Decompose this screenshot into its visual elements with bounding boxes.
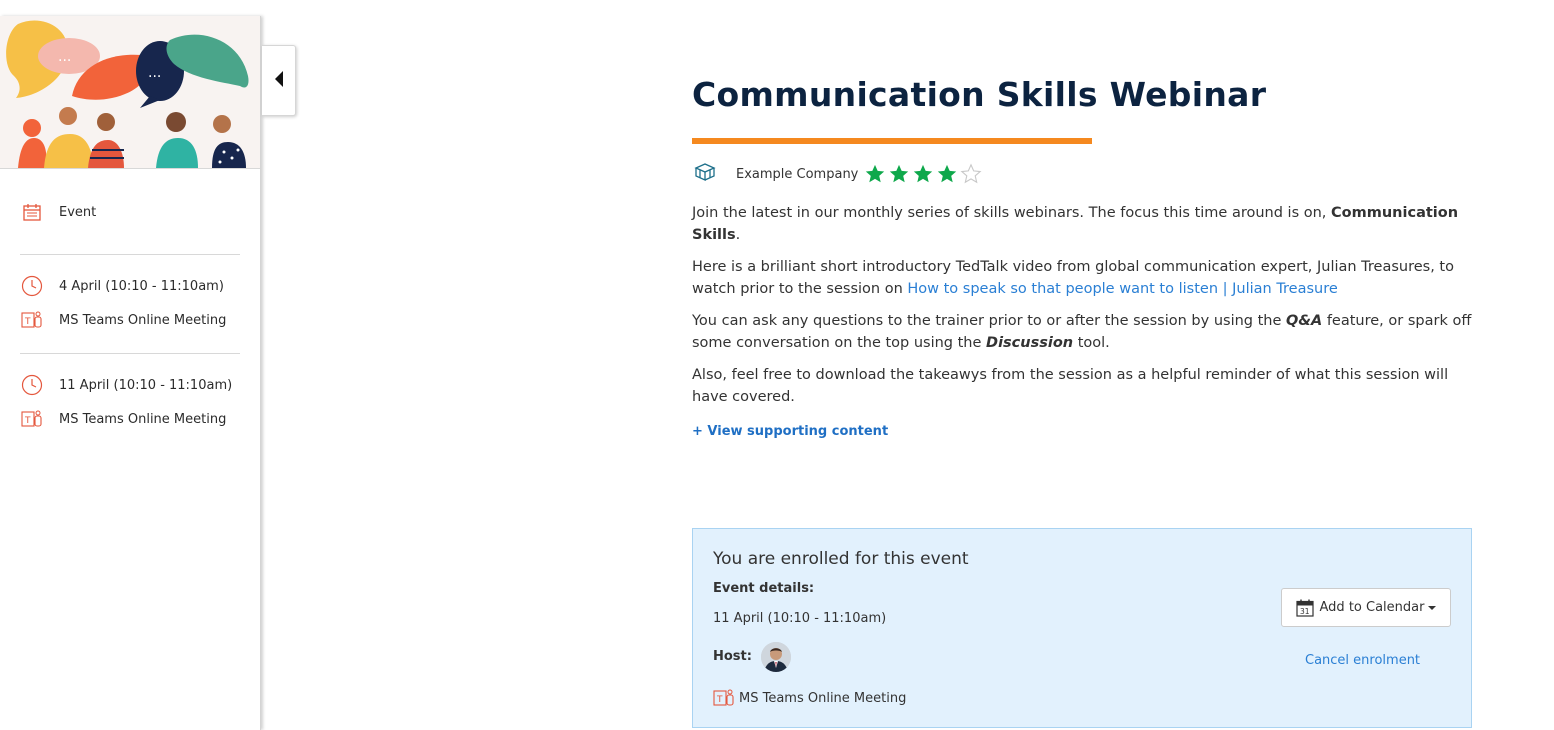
- caret-left-icon: [274, 70, 284, 91]
- sidebar-session-date[interactable]: 11 April (10:10 - 11:10am): [20, 373, 232, 397]
- svg-text:T: T: [716, 695, 723, 705]
- star-filled-icon: [912, 163, 936, 185]
- event-details-label: Event details:: [713, 581, 815, 596]
- company-row: Example Company: [692, 162, 1472, 186]
- description-text: You can ask any questions to the trainer…: [692, 313, 1287, 329]
- sidebar-session-location: T MS Teams Online Meeting: [20, 308, 226, 332]
- rating-stars: [864, 163, 984, 185]
- svg-text:T: T: [24, 317, 31, 327]
- event-main: Communication Skills Webinar Example Com…: [692, 70, 1472, 439]
- session-location-label: MS Teams Online Meeting: [59, 312, 227, 328]
- description-text: .: [735, 227, 741, 243]
- teams-icon: T: [20, 308, 44, 332]
- sidebar-session-date[interactable]: 4 April (10:10 - 11:10am): [20, 274, 224, 298]
- teams-icon: T: [713, 687, 735, 709]
- host-avatar[interactable]: [761, 642, 791, 672]
- calendar-icon: 31: [1295, 599, 1314, 617]
- calendar-icon: [20, 200, 44, 224]
- svg-text:...: ...: [58, 49, 71, 65]
- host-label: Host:: [713, 649, 752, 664]
- session-date-label: 4 April (10:10 - 11:10am): [59, 278, 224, 294]
- event-description: Join the latest in our monthly series of…: [692, 202, 1472, 408]
- enrolment-location: T MS Teams Online Meeting: [713, 687, 906, 709]
- hero-divider: [0, 168, 260, 169]
- qa-feature-term: Q&A: [1286, 313, 1323, 329]
- star-filled-icon: [936, 163, 960, 185]
- clock-icon: [20, 373, 44, 397]
- description-paragraph: You can ask any questions to the trainer…: [692, 310, 1472, 354]
- company-logo-icon: [692, 160, 718, 188]
- sidebar-item-event[interactable]: Event: [20, 200, 96, 224]
- title-accent-rule: [692, 138, 1092, 144]
- description-paragraph: Also, feel free to download the takeawys…: [692, 367, 1449, 405]
- tedtalk-link[interactable]: How to speak so that people want to list…: [907, 281, 1337, 297]
- svg-text:T: T: [24, 416, 31, 426]
- description-paragraph: Join the latest in our monthly series of…: [692, 202, 1472, 246]
- enrolment-date: 11 April (10:10 - 11:10am): [713, 611, 887, 626]
- description-paragraph: Here is a brilliant short introductory T…: [692, 256, 1472, 300]
- teams-icon: T: [20, 407, 44, 431]
- view-supporting-content-link[interactable]: + View supporting content: [692, 424, 888, 439]
- cancel-enrolment-link[interactable]: Cancel enrolment: [1305, 653, 1420, 668]
- session-date-label: 11 April (10:10 - 11:10am): [59, 377, 233, 393]
- clock-icon: [20, 274, 44, 298]
- enrolment-title: You are enrolled for this event: [713, 549, 969, 569]
- description-text: tool.: [1073, 335, 1110, 351]
- sidebar-item-label: Event: [59, 204, 97, 220]
- star-empty-icon: [960, 163, 984, 185]
- svg-text:...: ...: [148, 65, 161, 81]
- sidebar-divider: [20, 254, 240, 255]
- page-title: Communication Skills Webinar: [692, 75, 1267, 114]
- star-filled-icon: [888, 163, 912, 185]
- sidebar: ... ... Event 4 April (10:10 - 11:10am) …: [0, 16, 261, 730]
- sidebar-divider: [20, 353, 240, 354]
- sidebar-session-location: T MS Teams Online Meeting: [20, 407, 226, 431]
- event-hero-illustration: ... ...: [0, 16, 260, 168]
- calendar-day-number: 31: [1300, 607, 1310, 616]
- caret-down-icon: [1428, 605, 1437, 610]
- enrolment-panel: You are enrolled for this event Event de…: [692, 528, 1472, 728]
- session-location-label: MS Teams Online Meeting: [59, 411, 227, 427]
- enrolment-location-label: MS Teams Online Meeting: [739, 690, 907, 706]
- company-name: Example Company: [736, 166, 859, 182]
- description-text: Join the latest in our monthly series of…: [692, 205, 1332, 221]
- collapse-sidebar-button[interactable]: [262, 45, 296, 116]
- star-filled-icon: [864, 163, 888, 185]
- discussion-tool-term: Discussion: [986, 335, 1074, 351]
- add-to-calendar-label: Add to Calendar: [1319, 600, 1425, 615]
- add-to-calendar-button[interactable]: 31 Add to Calendar: [1281, 588, 1451, 627]
